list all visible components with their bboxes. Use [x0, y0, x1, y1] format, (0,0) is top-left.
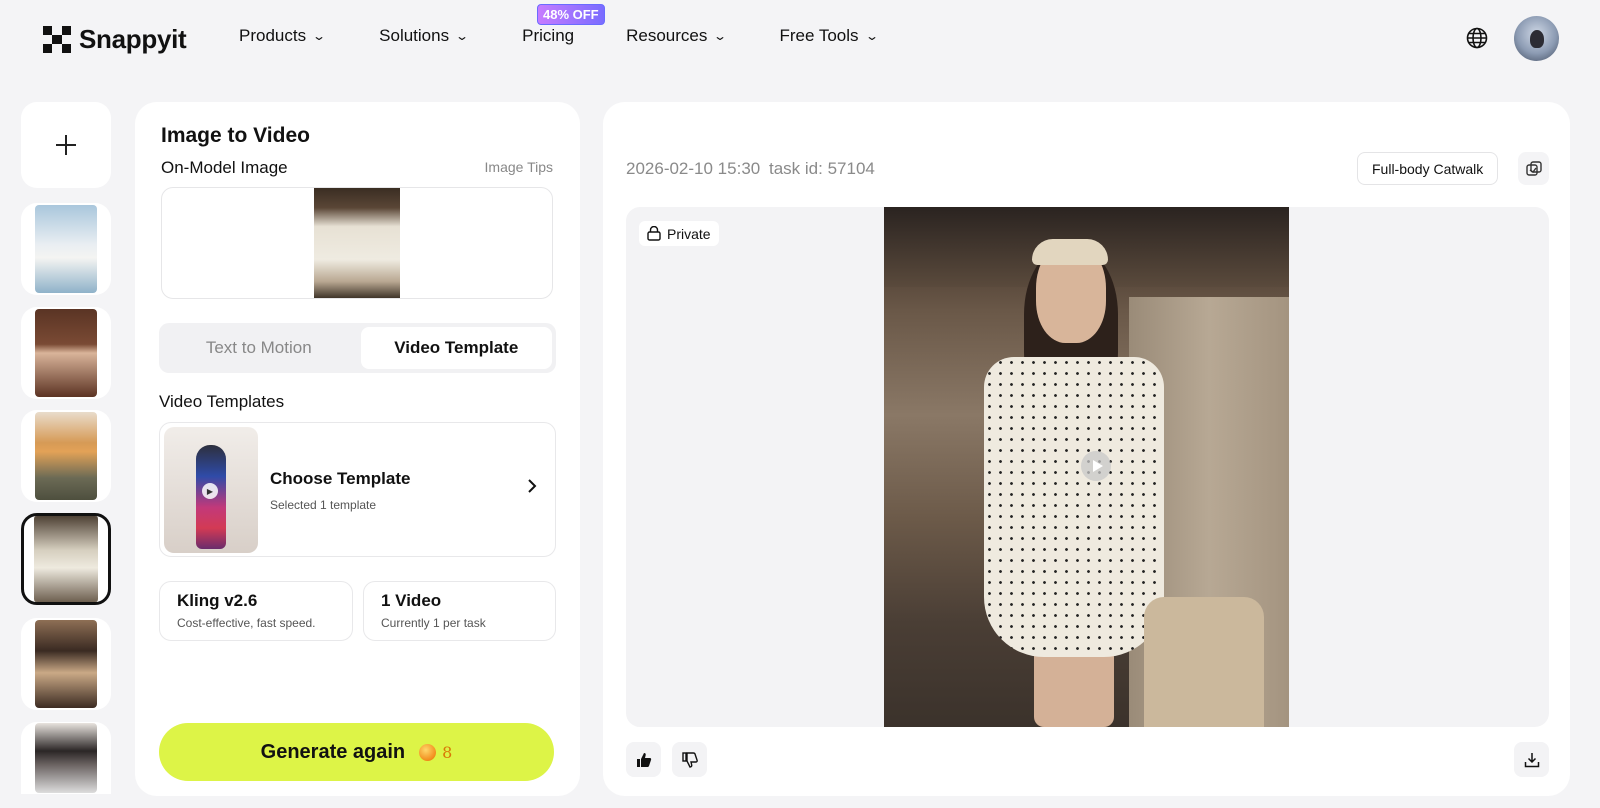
logo-text: Snappyit — [79, 24, 187, 54]
template-thumbnail: ▶ — [164, 427, 258, 553]
coin-icon — [419, 743, 437, 761]
pricing-discount-badge: 48% OFF — [537, 4, 605, 25]
thumbs-down-icon — [681, 751, 698, 768]
logo-icon — [43, 25, 71, 54]
avatar[interactable] — [1514, 16, 1559, 61]
plus-icon — [54, 133, 78, 157]
nav-pricing[interactable]: Pricing — [522, 26, 574, 46]
video-templates-heading: Video Templates — [159, 392, 285, 411]
tab-video-template[interactable]: Video Template — [360, 327, 552, 369]
video-count-selector[interactable]: 1 Video Currently 1 per task — [363, 581, 556, 641]
tab-text-to-motion[interactable]: Text to Motion — [163, 327, 355, 369]
nav-solutions[interactable]: Solutions ⌄ — [379, 26, 470, 46]
nav-solutions-label: Solutions — [379, 26, 450, 45]
thumbs-up-button[interactable] — [626, 742, 661, 777]
video-count-description: Currently 1 per task — [381, 616, 486, 630]
download-button[interactable] — [1514, 742, 1549, 777]
globe-icon[interactable] — [1466, 27, 1488, 49]
credit-cost-value: 8 — [442, 742, 453, 762]
task-date: 2026-02-10 15:30 — [626, 159, 761, 178]
thumbnail-image — [35, 620, 97, 708]
thumbnail-image — [35, 309, 97, 397]
nav-resources[interactable]: Resources ⌄ — [626, 26, 728, 46]
main-nav: Products ⌄ Solutions ⌄ Pricing Resources… — [239, 26, 879, 46]
privacy-badge[interactable]: Private — [639, 221, 719, 246]
choose-template-card[interactable]: ▶ Choose Template Selected 1 template — [159, 422, 556, 557]
generate-again-label: Generate again — [260, 740, 406, 763]
template-card-subtitle: Selected 1 template — [270, 498, 377, 512]
chevron-down-icon: ⌄ — [713, 29, 728, 43]
credit-cost: 8 — [419, 743, 452, 762]
history-thumbnail[interactable] — [21, 410, 111, 502]
history-thumbnail[interactable] — [21, 203, 111, 295]
task-id: task id: 57104 — [769, 159, 875, 178]
chevron-right-icon — [527, 479, 537, 493]
generate-again-button[interactable]: Generate again 8 — [159, 723, 554, 781]
on-model-image-preview — [314, 188, 400, 298]
compare-button[interactable] — [1518, 152, 1549, 185]
thumbnail-image — [35, 723, 97, 793]
generation-settings-panel: Image to Video On-Model Image Image Tips… — [135, 102, 580, 796]
panel-title: Image to Video — [161, 124, 310, 147]
mode-tabs: Text to Motion Video Template — [159, 323, 556, 373]
thumbnail-image — [35, 205, 97, 293]
chevron-down-icon: ⌄ — [455, 29, 470, 43]
video-count: 1 Video — [381, 591, 442, 610]
compare-icon — [1525, 160, 1542, 177]
nav-resources-label: Resources — [626, 26, 708, 45]
thumbnail-image — [34, 516, 98, 602]
thumbs-down-button[interactable] — [672, 742, 707, 777]
thumbnail-image — [35, 412, 97, 500]
history-thumbnail-selected[interactable] — [21, 513, 111, 605]
history-thumbnail[interactable] — [21, 618, 111, 710]
lock-icon — [647, 226, 661, 241]
history-thumbnail[interactable] — [21, 307, 111, 399]
nav-products[interactable]: Products ⌄ — [239, 26, 327, 46]
history-thumbnail[interactable] — [21, 722, 111, 794]
download-icon — [1524, 752, 1540, 768]
chevron-down-icon: ⌄ — [864, 29, 879, 43]
thumbs-up-icon — [636, 752, 652, 768]
model-selector[interactable]: Kling v2.6 Cost-effective, fast speed. — [159, 581, 353, 641]
model-description: Cost-effective, fast speed. — [177, 616, 316, 630]
model-name: Kling v2.6 — [177, 591, 258, 610]
nav-free-tools[interactable]: Free Tools ⌄ — [779, 26, 879, 46]
result-panel: 2026-02-10 15:30 task id: 57104 Full-bod… — [603, 102, 1570, 796]
template-card-title: Choose Template — [270, 469, 411, 488]
nav-free-tools-label: Free Tools — [779, 26, 859, 45]
privacy-label: Private — [667, 225, 711, 242]
on-model-image-label: On-Model Image — [161, 158, 288, 177]
nav-products-label: Products — [239, 26, 307, 45]
on-model-image-upload[interactable] — [161, 187, 553, 299]
image-tips-link[interactable]: Image Tips — [485, 159, 553, 175]
chevron-down-icon: ⌄ — [312, 29, 327, 43]
play-icon[interactable] — [1081, 451, 1111, 481]
play-icon: ▶ — [202, 483, 218, 499]
video-preview-stage: Private — [626, 207, 1549, 727]
top-nav-bar: Snappyit Products ⌄ Solutions ⌄ Pricing … — [0, 0, 1600, 78]
nav-pricing-label: Pricing — [522, 26, 575, 45]
new-task-button[interactable] — [21, 102, 111, 188]
template-tag-button[interactable]: Full-body Catwalk — [1357, 152, 1499, 185]
logo[interactable]: Snappyit — [43, 24, 187, 55]
